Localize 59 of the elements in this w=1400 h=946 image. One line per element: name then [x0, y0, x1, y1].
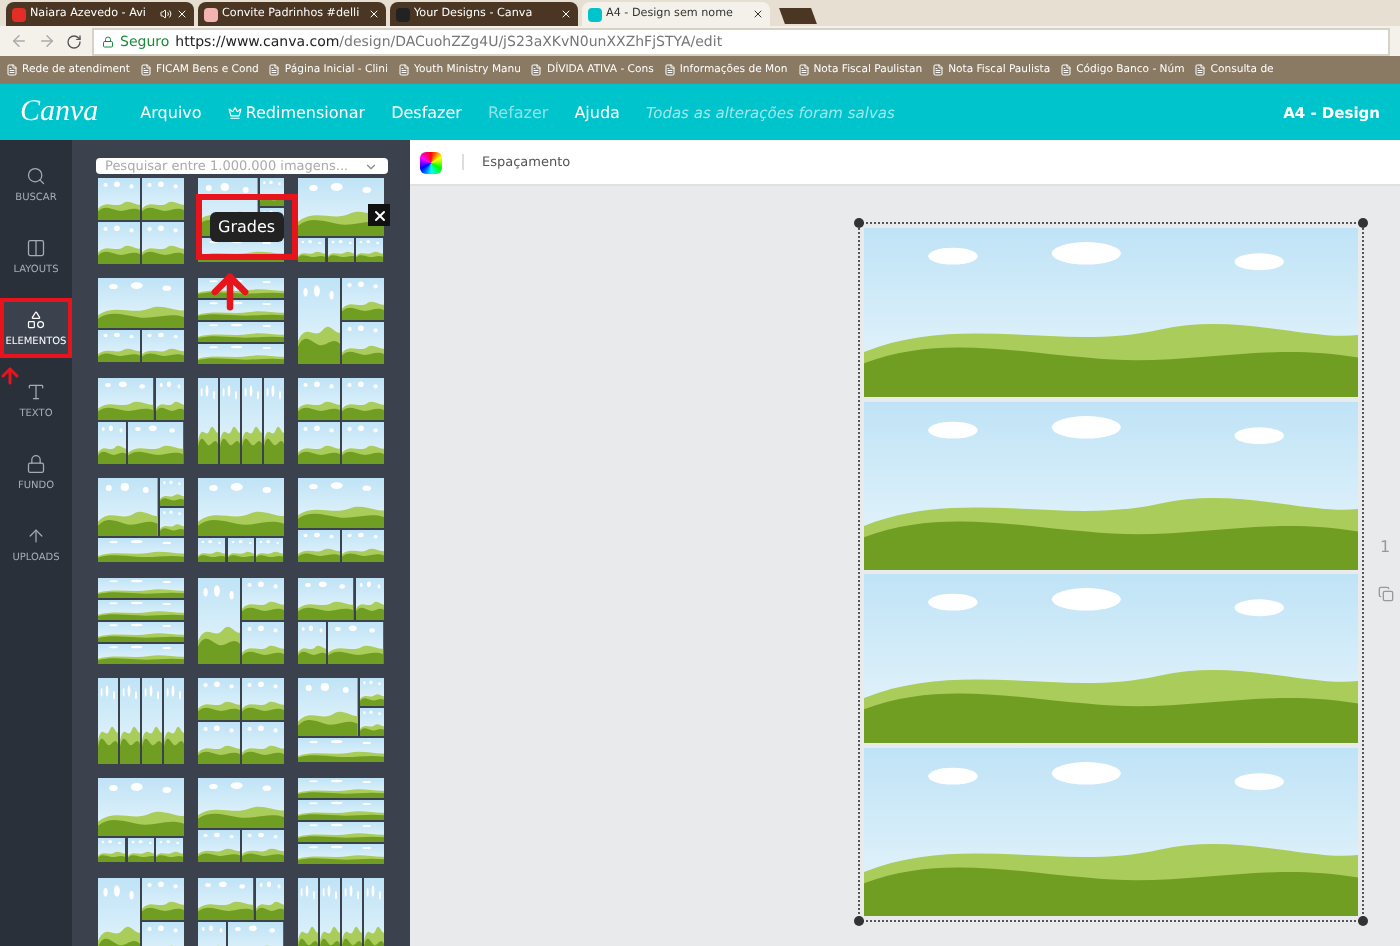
- text-icon: [26, 381, 46, 401]
- grid-layout-thumbnail[interactable]: [197, 476, 285, 564]
- grid-layout-thumbnail[interactable]: [97, 876, 185, 946]
- grid-layout-thumbnail[interactable]: [97, 176, 185, 264]
- grid-layout-thumbnail[interactable]: [97, 276, 185, 364]
- grid-layout-thumbnail[interactable]: [197, 576, 285, 664]
- grid-layout-thumbnail[interactable]: [297, 676, 385, 764]
- up-arrow-icon: [0, 364, 22, 388]
- page-number: 1: [1379, 538, 1391, 556]
- close-icon: [371, 207, 387, 223]
- reload-icon[interactable]: [66, 33, 82, 49]
- close-button[interactable]: [368, 204, 390, 226]
- grid-layout-thumbnail[interactable]: [197, 776, 285, 864]
- layouts-icon: [26, 237, 46, 257]
- grid-layout-thumbnail[interactable]: [297, 276, 385, 364]
- menu-item[interactable]: Desfazer: [391, 103, 462, 121]
- menu-item[interactable]: Redimensionar: [227, 103, 366, 121]
- grid-layout-thumbnail[interactable]: [297, 576, 385, 664]
- favicon-icon: [12, 7, 26, 21]
- elements-icon: [26, 309, 46, 329]
- uploads-icon: [26, 525, 46, 545]
- favicon-icon: [204, 7, 218, 21]
- close-icon[interactable]: [752, 8, 764, 20]
- favicon-icon: [396, 7, 410, 21]
- new-tab-button[interactable]: [779, 8, 817, 24]
- color-picker-icon[interactable]: [420, 151, 442, 173]
- grid-layout-thumbnail[interactable]: [97, 676, 185, 764]
- design-page[interactable]: [858, 222, 1364, 922]
- search-icon: [26, 165, 46, 185]
- grid-layout-thumbnail[interactable]: [297, 776, 385, 864]
- menu-item[interactable]: Ajuda: [574, 103, 620, 121]
- tooltip: Grades: [210, 212, 284, 242]
- favicon-icon: [588, 7, 602, 21]
- page-icon: [1194, 64, 1207, 76]
- grid-layout-thumbnail[interactable]: [197, 876, 285, 946]
- grid-layout-thumbnail[interactable]: [197, 676, 285, 764]
- page-icon: [932, 64, 945, 76]
- page-icon: [663, 64, 676, 76]
- page-icon: [530, 64, 543, 76]
- grid-layout-thumbnail[interactable]: [97, 576, 185, 664]
- grid-layout-thumbnail[interactable]: [297, 876, 385, 946]
- grid-layout-thumbnail[interactable]: [97, 776, 185, 864]
- grid-layout-thumbnail[interactable]: [297, 476, 385, 564]
- lock-icon: [102, 35, 114, 47]
- grid-layout-thumbnail[interactable]: [97, 476, 185, 564]
- canva-logo[interactable]: Canva: [20, 95, 99, 129]
- grid-layout-thumbnail[interactable]: [197, 376, 285, 464]
- grid-layout-thumbnail[interactable]: [297, 176, 385, 264]
- page-icon: [268, 64, 281, 76]
- page-icon: [6, 64, 18, 76]
- dropdown-caret-icon[interactable]: [363, 159, 377, 173]
- page-icon: [1060, 64, 1073, 76]
- menu-item[interactable]: Arquivo: [140, 103, 202, 121]
- page-icon: [797, 64, 810, 76]
- page-icon: [398, 64, 410, 76]
- grid-layout-thumbnail[interactable]: [97, 376, 185, 464]
- page-icon: [139, 64, 152, 76]
- grid-layout-thumbnail[interactable]: [297, 376, 385, 464]
- grid-layout-thumbnail[interactable]: [197, 276, 285, 364]
